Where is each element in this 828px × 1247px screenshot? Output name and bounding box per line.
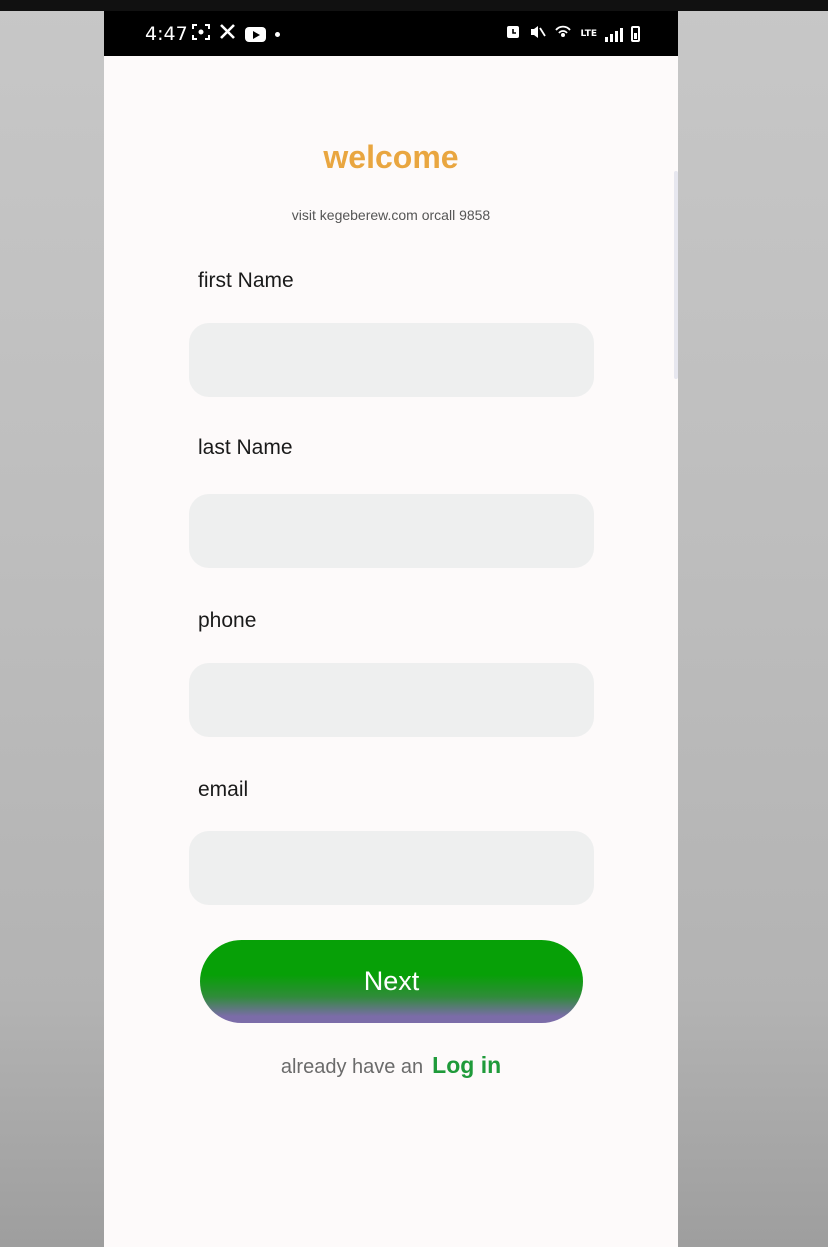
next-button[interactable]: Next xyxy=(200,940,583,1023)
status-time: 4:47 xyxy=(145,23,188,45)
signal-icon xyxy=(605,27,623,42)
page-subtitle: visit kegeberew.com orcall 9858 xyxy=(291,207,491,223)
login-row: already have an Log in xyxy=(104,1052,678,1079)
x-icon xyxy=(219,23,236,45)
last-name-label: last Name xyxy=(198,436,293,459)
top-black-strip xyxy=(0,0,828,11)
alarm-icon xyxy=(505,24,521,44)
scrollbar[interactable] xyxy=(674,171,678,379)
phone-input[interactable] xyxy=(189,663,594,737)
lte-icon: LTE xyxy=(580,28,597,39)
login-link[interactable]: Log in xyxy=(432,1052,501,1079)
screenshot-icon xyxy=(192,23,210,45)
youtube-icon xyxy=(245,26,266,42)
email-input[interactable] xyxy=(189,831,594,905)
page-title: welcome xyxy=(323,139,459,175)
hotspot-icon xyxy=(554,24,572,44)
first-name-label: first Name xyxy=(198,269,294,292)
status-bar: 4:47 LTE xyxy=(104,11,678,56)
email-label: email xyxy=(198,778,249,801)
login-prompt: already have an xyxy=(280,1056,424,1078)
battery-icon xyxy=(631,26,640,42)
notification-dot-icon xyxy=(275,31,280,37)
mute-icon xyxy=(529,24,547,44)
first-name-input[interactable] xyxy=(189,323,594,397)
phone-label: phone xyxy=(198,609,257,632)
status-right-icons: LTE xyxy=(505,24,640,44)
status-left-icons xyxy=(192,23,280,45)
phone-screen: 4:47 LTE welcome visit kegeberew.com orc… xyxy=(104,11,678,1247)
last-name-input[interactable] xyxy=(189,494,594,568)
